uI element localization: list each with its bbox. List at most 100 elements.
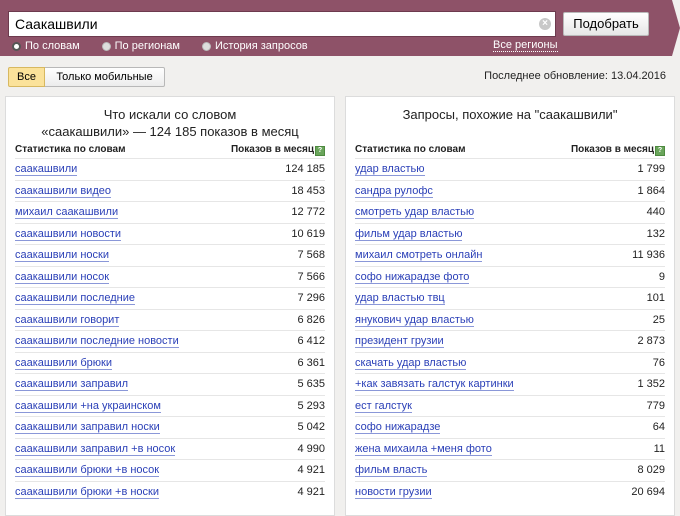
query-link[interactable]: саакашвили (15, 163, 78, 176)
mode-by-words[interactable]: По словам (12, 40, 80, 52)
impressions-count: 76 (652, 356, 665, 369)
query-link[interactable]: жена михаила +меня фото (355, 443, 492, 456)
filter-mobile-button[interactable]: Только мобильные (45, 67, 165, 87)
query-link[interactable]: саакашвили говорит (15, 314, 120, 327)
col-query-header: Статистика по словам (15, 144, 126, 155)
help-icon[interactable]: ? (655, 146, 665, 156)
table-row: саакашвили 124 185 (15, 158, 325, 180)
mode-label: По словам (25, 40, 80, 52)
radio-icon (202, 41, 211, 51)
query-link[interactable]: саакашвили брюки (15, 357, 112, 370)
col-query-header: Статистика по словам (355, 144, 466, 155)
table-row: саакашвили заправил носки 5 042 (15, 416, 325, 438)
table-row: жена михаила +меня фото 11 (355, 437, 665, 460)
search-input[interactable] (8, 11, 556, 37)
device-filter: Все Только мобильные (8, 67, 165, 87)
table-row: саакашвили +на украинском 5 293 (15, 394, 325, 417)
table-row: софо нижарадзе 64 (355, 416, 665, 438)
impressions-count: 101 (646, 292, 665, 304)
last-updated: Последнее обновление: 13.04.2016 (484, 70, 666, 82)
table-row: михаил саакашвили 12 772 (15, 201, 325, 223)
title-line: Что искали со словом (103, 107, 237, 122)
impressions-count: 5 042 (297, 421, 325, 433)
query-link[interactable]: саакашвили носки (15, 249, 109, 262)
impressions-count: 5 293 (297, 399, 325, 412)
impressions-count: 4 990 (297, 442, 325, 455)
query-link[interactable]: михаил смотреть онлайн (355, 249, 483, 262)
title-line: «саакашвили» — 124 185 показов в месяц (41, 124, 299, 139)
impressions-count: 20 694 (631, 485, 665, 498)
mode-label: По регионам (114, 40, 180, 52)
impressions-count: 9 (658, 270, 665, 283)
table-row: фильм удар властью 132 (355, 222, 665, 245)
impressions-count: 11 (653, 442, 665, 455)
impressions-count: 12 772 (291, 206, 325, 218)
impressions-count: 5 635 (297, 378, 325, 390)
impressions-count: 2 873 (637, 335, 665, 347)
table-row: новости грузии 20 694 (355, 480, 665, 503)
query-link[interactable]: фильм удар властью (355, 228, 463, 241)
query-link[interactable]: софо нижарадзе (355, 421, 441, 434)
query-link[interactable]: саакашвили носок (15, 271, 110, 284)
query-link[interactable]: саакашвили видео (15, 185, 111, 198)
table-row: саакашвили носок 7 566 (15, 265, 325, 288)
impressions-count: 1 799 (637, 163, 665, 175)
query-link[interactable]: саакашвили последние новости (15, 335, 179, 348)
impressions-count: 1 352 (637, 378, 665, 390)
impressions-count: 124 185 (285, 163, 325, 175)
query-link[interactable]: янукович удар властью (355, 314, 474, 327)
mode-by-regions[interactable]: По регионам (101, 40, 180, 52)
impressions-count: 25 (652, 313, 665, 326)
radio-checked-icon (12, 41, 21, 51)
all-regions-link[interactable]: Все регионы (493, 39, 558, 52)
title-line: Запросы, похожие на "саакашвили" (402, 107, 618, 122)
query-link[interactable]: ест галстук (355, 400, 412, 413)
col-count-header: Показов в месяц? (571, 144, 665, 156)
mode-history[interactable]: История запросов (202, 40, 308, 52)
impressions-count: 18 453 (291, 184, 325, 197)
impressions-count: 6 412 (297, 335, 325, 347)
impressions-count: 11 936 (632, 249, 665, 261)
table-row: саакашвили брюки 6 361 (15, 351, 325, 374)
query-link[interactable]: скачать удар властью (355, 357, 467, 370)
help-icon[interactable]: ? (315, 146, 325, 156)
query-link[interactable]: саакашвили новости (15, 228, 122, 241)
impressions-count: 10 619 (291, 227, 325, 240)
col-count-label: Показов в месяц (230, 144, 314, 155)
query-link[interactable]: саакашвили заправил (15, 378, 129, 391)
query-link[interactable]: софо нижарадзе фото (355, 271, 470, 284)
query-link[interactable]: президент грузии (355, 335, 444, 348)
query-link[interactable]: смотреть удар властью (355, 206, 475, 219)
query-link[interactable]: саакашвили заправил +в носок (15, 443, 176, 456)
query-link[interactable]: удар властью твц (355, 292, 445, 305)
query-link[interactable]: саакашвили +на украинском (15, 400, 161, 413)
table-row: михаил смотреть онлайн 11 936 (355, 244, 665, 266)
table-row: саакашвили видео 18 453 (15, 179, 325, 202)
right-column-header: Статистика по словам Показов в месяц? (355, 144, 665, 158)
query-link[interactable]: удар властью (355, 163, 425, 176)
col-count-label: Показов в месяц (570, 144, 654, 155)
query-link[interactable]: саакашвили заправил носки (15, 421, 160, 434)
table-row: удар властью 1 799 (355, 158, 665, 180)
left-rows: саакашвили 124 185 саакашвили видео 18 453 м… (15, 158, 325, 502)
radio-icon (101, 41, 111, 51)
header-arrow (672, 0, 680, 56)
query-link[interactable]: саакашвили брюки +в носки (15, 486, 159, 499)
table-row: ест галстук 779 (355, 394, 665, 417)
pick-button[interactable]: Подобрать (563, 12, 649, 36)
left-panel: Что искали со словом «саакашвили» — 124 … (5, 96, 335, 516)
impressions-count: 7 296 (297, 292, 325, 304)
table-row: саакашвили брюки +в носок 4 921 (15, 459, 325, 481)
impressions-count: 8 029 (637, 464, 665, 476)
query-link[interactable]: саакашвили брюки +в носок (15, 464, 160, 477)
query-link[interactable]: саакашвили последние (15, 292, 135, 305)
query-link[interactable]: +как завязать галстук картинки (355, 378, 514, 391)
impressions-count: 779 (646, 399, 665, 412)
clear-icon[interactable]: × (539, 18, 551, 30)
query-link[interactable]: фильм власть (355, 464, 428, 477)
query-link[interactable]: сандра рулофс (355, 185, 433, 198)
query-link[interactable]: новости грузии (355, 486, 432, 499)
query-link[interactable]: михаил саакашвили (15, 206, 119, 219)
table-row: удар властью твц 101 (355, 287, 665, 309)
filter-all-button[interactable]: Все (8, 67, 45, 87)
